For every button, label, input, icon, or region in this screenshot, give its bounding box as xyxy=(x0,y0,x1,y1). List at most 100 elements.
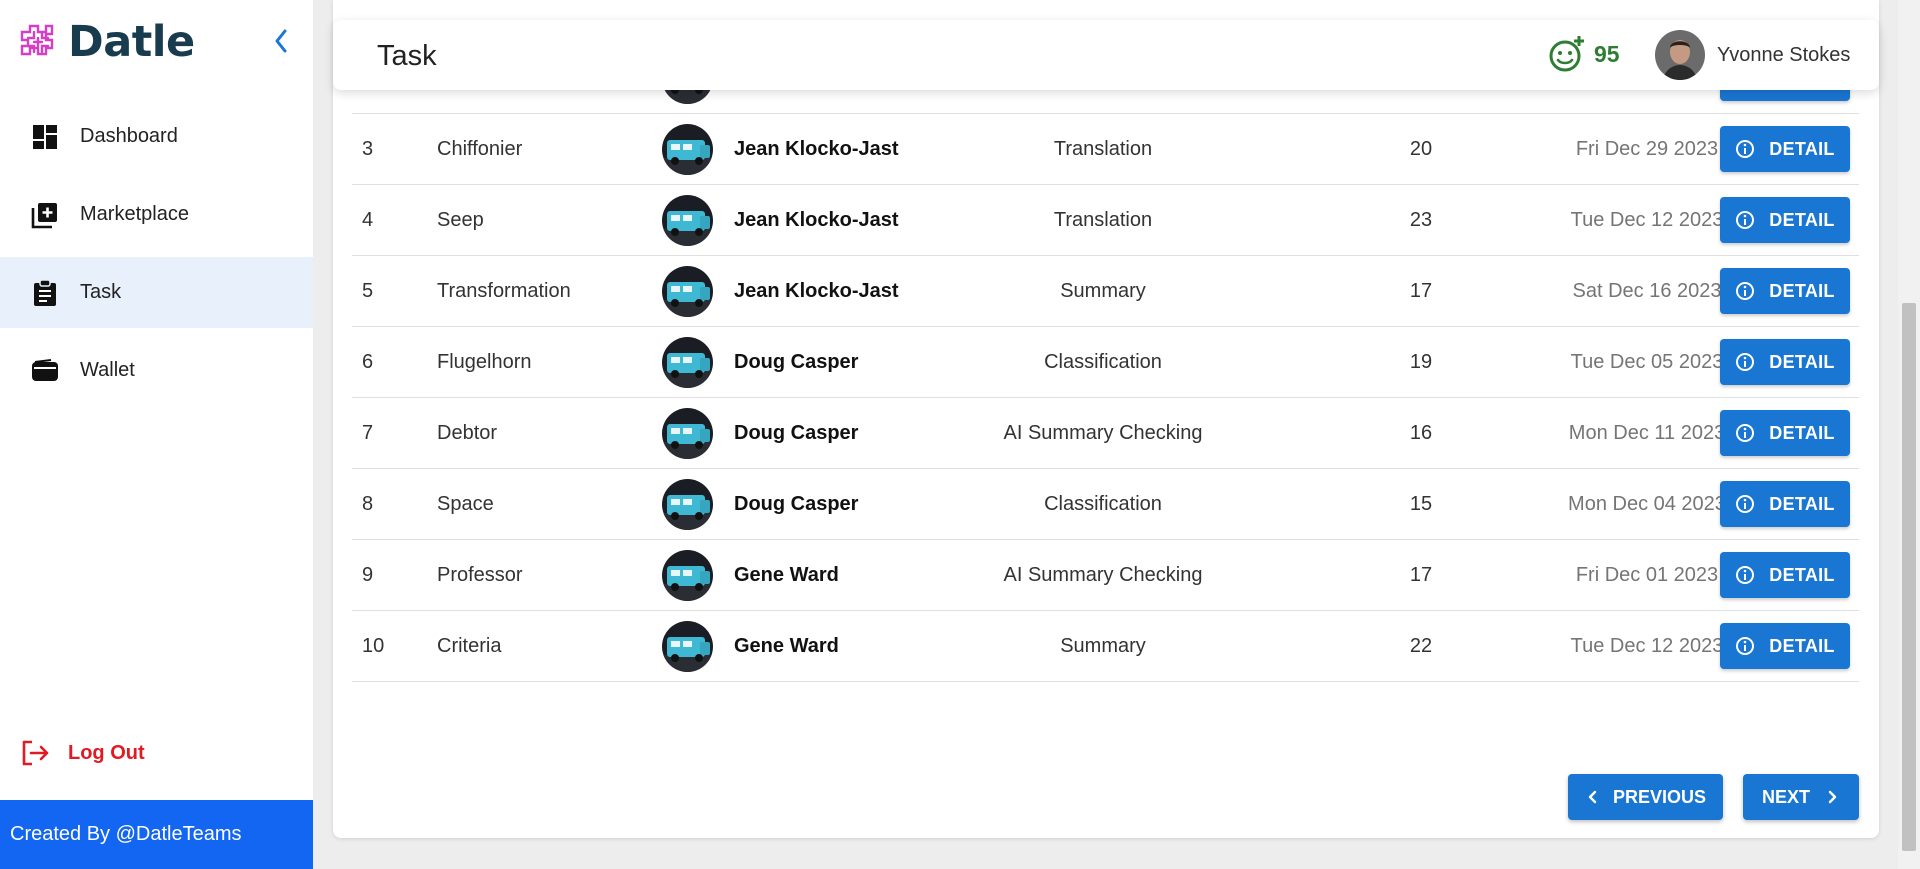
dashboard-icon xyxy=(30,122,60,152)
detail-label: DETAIL xyxy=(1769,280,1835,301)
chevron-left-icon xyxy=(1588,790,1597,804)
truck-thumbnail-icon xyxy=(662,407,713,459)
task-title: Debtor xyxy=(437,421,498,444)
task-image xyxy=(662,114,713,184)
task-image xyxy=(662,611,713,681)
clipboard-icon xyxy=(30,278,60,308)
detail-label: DETAIL xyxy=(1769,422,1835,443)
task-image xyxy=(662,540,713,610)
avatar xyxy=(1655,30,1705,80)
task-owner: Jean Klocko-Jast xyxy=(734,279,899,302)
info-icon xyxy=(1735,210,1755,230)
points-value: 95 xyxy=(1594,40,1620,67)
task-category: Summary xyxy=(1060,634,1146,657)
detail-label: DETAIL xyxy=(1769,493,1835,514)
detail-label: DETAIL xyxy=(1769,635,1835,656)
info-icon xyxy=(1735,423,1755,443)
task-participants: 20 xyxy=(1409,137,1433,160)
scrollbar-thumb[interactable] xyxy=(1902,303,1916,851)
detail-button[interactable]: DETAIL xyxy=(1720,623,1850,669)
row-number: 6 xyxy=(362,350,374,373)
task-category: Translation xyxy=(1053,137,1153,160)
sidebar-item-label: Dashboard xyxy=(80,125,178,147)
task-category: Translation xyxy=(1053,208,1153,231)
task-owner: Doug Casper xyxy=(734,421,859,444)
task-category: Classification xyxy=(1044,350,1162,373)
next-page-button[interactable]: NEXT xyxy=(1743,774,1859,820)
previous-page-button[interactable]: PREVIOUS xyxy=(1568,774,1723,820)
next-label: NEXT xyxy=(1761,786,1810,807)
task-title: Flugelhorn xyxy=(437,350,532,373)
task-participants: 17 xyxy=(1409,563,1433,586)
table-row: 4 Seep Jean Klocko-Jast Translation 23 T… xyxy=(352,185,1859,256)
wallet-icon xyxy=(30,356,60,386)
task-image xyxy=(662,327,713,397)
sidebar-footer: Created By @DatleTeams xyxy=(0,800,313,869)
task-image xyxy=(662,469,713,539)
detail-button[interactable]: DETAIL xyxy=(1720,197,1850,243)
truck-thumbnail-icon xyxy=(662,265,713,317)
detail-button[interactable]: DETAIL xyxy=(1720,481,1850,527)
brand-name: Datle xyxy=(68,17,195,67)
table-row: 10 Criteria Gene Ward Summary 22 Tue Dec… xyxy=(352,611,1859,682)
points-indicator: 95 xyxy=(1548,35,1620,73)
detail-button[interactable]: DETAIL xyxy=(1720,552,1850,598)
task-participants: 23 xyxy=(1409,208,1433,231)
detail-button[interactable]: DETAIL xyxy=(1720,126,1850,172)
sidebar-item-label: Wallet xyxy=(80,359,135,381)
page-scrollbar[interactable] xyxy=(1898,0,1920,869)
sidebar-item-wallet[interactable]: Wallet xyxy=(0,335,313,406)
add-box-icon xyxy=(30,200,60,230)
table-row: 8 Space Doug Casper Classification 15 Mo… xyxy=(352,469,1859,540)
sidebar-item-dashboard[interactable]: Dashboard xyxy=(0,101,313,172)
sidebar-item-task[interactable]: Task xyxy=(0,257,313,328)
detail-label: DETAIL xyxy=(1769,138,1835,159)
detail-button[interactable]: DETAIL xyxy=(1720,339,1850,385)
detail-button[interactable]: DETAIL xyxy=(1720,268,1850,314)
row-number: 7 xyxy=(362,421,374,444)
task-owner: Jean Klocko-Jast xyxy=(734,208,899,231)
collapse-sidebar-button[interactable] xyxy=(268,26,294,56)
sidebar-item-label: Task xyxy=(80,281,122,303)
task-title: Criteria xyxy=(437,634,502,657)
info-icon xyxy=(1735,565,1755,585)
row-number: 5 xyxy=(362,279,374,302)
task-owner: Jean Klocko-Jast xyxy=(734,137,899,160)
row-number: 10 xyxy=(362,634,385,657)
brand-logo[interactable]: Datle xyxy=(14,16,195,68)
info-icon xyxy=(1735,494,1755,514)
row-number: 8 xyxy=(362,492,374,515)
sidebar: Datle Dashboard Marketplace Task Wallet … xyxy=(0,0,313,869)
top-header: Task 95 Yvonne Stokes xyxy=(333,20,1879,90)
task-category: Summary xyxy=(1060,279,1146,302)
footer-credit: Created By @DatleTeams xyxy=(10,823,242,845)
sidebar-item-label: Marketplace xyxy=(80,203,189,225)
task-owner: Doug Casper xyxy=(734,492,859,515)
task-image xyxy=(662,185,713,255)
logout-label: Log Out xyxy=(68,741,145,764)
table-row: 9 Professor Gene Ward AI Summary Checkin… xyxy=(352,540,1859,611)
task-participants: 16 xyxy=(1409,421,1433,444)
task-participants: 15 xyxy=(1409,492,1433,515)
task-title: Transformation xyxy=(437,279,571,302)
chevron-right-icon xyxy=(1828,790,1837,804)
detail-button[interactable]: DETAIL xyxy=(1720,410,1850,456)
detail-label: DETAIL xyxy=(1769,564,1835,585)
info-icon xyxy=(1735,636,1755,656)
smiley-plus-icon xyxy=(1549,36,1584,72)
truck-thumbnail-icon xyxy=(662,549,713,601)
sidebar-item-marketplace[interactable]: Marketplace xyxy=(0,179,313,250)
task-participants: 17 xyxy=(1409,279,1433,302)
task-category: AI Summary Checking xyxy=(1003,563,1203,586)
logout-button[interactable]: Log Out xyxy=(20,739,145,767)
task-owner: Gene Ward xyxy=(734,563,839,586)
task-participants: 19 xyxy=(1409,350,1433,373)
table-row: 5 Transformation Jean Klocko-Jast Summar… xyxy=(352,256,1859,327)
truck-thumbnail-icon xyxy=(662,478,713,530)
user-menu[interactable]: Yvonne Stokes xyxy=(1655,30,1850,80)
task-image xyxy=(662,256,713,326)
task-participants: 22 xyxy=(1409,634,1433,657)
info-icon xyxy=(1735,281,1755,301)
table-row: 7 Debtor Doug Casper AI Summary Checking… xyxy=(352,398,1859,469)
logout-icon xyxy=(22,740,49,766)
